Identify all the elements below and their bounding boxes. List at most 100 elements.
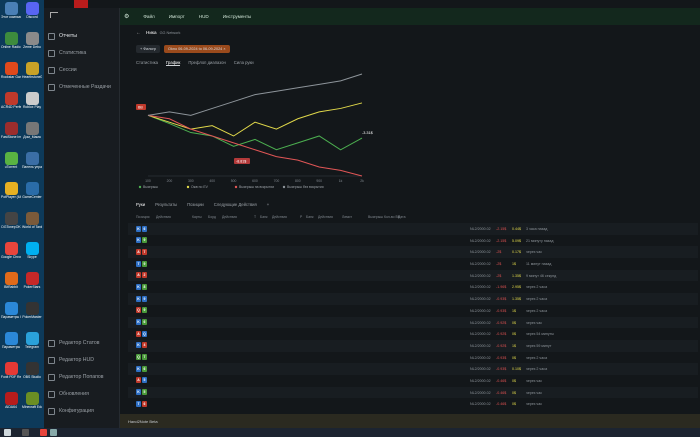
sidebar-item[interactable]: Отмеченные Раздачи (48, 81, 111, 93)
chrome-taskbar-icon[interactable] (40, 429, 47, 436)
column-header[interactable]: Р (300, 215, 302, 219)
desktop-icon[interactable]: Панель управления (22, 152, 42, 169)
column-header[interactable]: Действия (222, 215, 237, 219)
sidebar-item[interactable]: Сессии (48, 64, 77, 76)
desktop-icon[interactable]: AIDA64 (1, 392, 21, 409)
legend-label[interactable]: Выигрыш (143, 185, 158, 189)
column-header[interactable]: Выигрыш (368, 215, 383, 219)
limit-cell: NL2/2000.02 (470, 378, 491, 383)
desktop-icon[interactable]: PokerMaster (22, 302, 42, 319)
table-row[interactable]: T 9 NL2/2000.02 -2$ 1$ 11 минут назад (128, 258, 698, 270)
view-tab[interactable]: Статистика (136, 60, 158, 66)
column-header[interactable]: Лимит (342, 215, 352, 219)
desktop-icon[interactable]: uTorrent (1, 152, 21, 169)
table-row[interactable]: Q 7 NL2/2000.02 -0.93$ 0$ через 2 часа (128, 352, 698, 364)
column-header[interactable]: Банк (306, 215, 313, 219)
desktop-icon-label: HearthstoneDeck (22, 75, 42, 79)
desktop-icon-label: World of Tanks EU (22, 225, 42, 229)
desktop-icon[interactable]: HearthstoneDeck (22, 62, 42, 79)
legend-label[interactable]: Выигрыш на вскрытии (239, 185, 274, 189)
hands-tab[interactable]: Результаты (155, 202, 177, 207)
desktop-icon[interactable]: Параметры Windows (1, 302, 21, 319)
table-row[interactable]: K 6 NL2/2000.02 -0.92$ 0$ через час (128, 316, 698, 329)
hole-card: K (136, 237, 141, 244)
column-header[interactable]: Карты (192, 215, 202, 219)
back-arrow-icon[interactable]: ← (136, 30, 141, 36)
date-range-chip[interactable]: Okno 06-09-2024 to 06-09-2024 × (164, 45, 230, 53)
hands-tab[interactable]: Позиции (187, 202, 204, 207)
column-header[interactable]: Т (254, 215, 256, 219)
sidebar-tool-item[interactable]: Обновления (48, 388, 89, 400)
legend-label[interactable]: Ожв по EV (191, 185, 209, 189)
column-header[interactable]: Позиция (136, 215, 149, 219)
desktop-icon[interactable]: BitRabbit (1, 272, 21, 289)
view-tab[interactable]: График (166, 60, 181, 66)
table-row[interactable]: K 6 NL2/2000.02 -2.15$ 0.44$ 3 часа назад (128, 223, 698, 235)
desktop-icon[interactable]: World of Tanks EU (22, 212, 42, 229)
search-icon[interactable] (22, 429, 29, 436)
table-row[interactable]: K 9 NL2/2000.02 -0.93$ 1.35$ через 2 часа (128, 293, 698, 305)
table-row[interactable]: A Q NL2/2000.02 -0.92$ 0$ через 54 минуты (128, 328, 698, 340)
desktop-icon[interactable]: Foxit PDF Reader (1, 362, 21, 379)
desktop-icon[interactable]: Этот компьютер (1, 2, 21, 19)
desktop-icon[interactable]: OBS Studio (22, 362, 42, 379)
hands-tab[interactable]: Следующие Действия (214, 202, 257, 207)
sidebar-tool-item[interactable]: Редактор Статов (48, 337, 100, 349)
hands-tab[interactable]: + (267, 202, 269, 207)
desktop-icon[interactable]: Google Chrome (1, 242, 21, 259)
menu-item[interactable]: HUD (199, 14, 209, 19)
table-row[interactable]: K 4 NL2/2000.02 -0.92$ 1$ через 59 минут (128, 339, 698, 352)
desktop-icon[interactable]: Дом_Мама (22, 122, 42, 139)
menu-item[interactable]: Импорт (169, 14, 185, 19)
desktop-app-icon (25, 302, 39, 315)
desktop-icon-label: Панель управления (22, 165, 42, 169)
desktop-icon[interactable]: PokerStars (22, 272, 42, 289)
filter-button[interactable]: + Фильтр (136, 45, 161, 53)
hands-tab[interactable]: Руки (136, 202, 145, 207)
sidebar-tool-item[interactable]: Редактор Попапов (48, 371, 104, 383)
desktop-icon[interactable]: Zeme Debu (22, 32, 42, 49)
desktop-icon[interactable]: Roblox Play (22, 92, 42, 109)
app-taskbar-icon[interactable] (50, 429, 57, 436)
desktop-icon-label: Telegram (25, 345, 39, 349)
desktop-icon[interactable]: PotPlayer (64-bit) (1, 182, 21, 199)
desktop-icon[interactable]: Rockstar Games Launcher (1, 62, 21, 79)
column-header[interactable]: Банк (260, 215, 267, 219)
hole-card: 8 (142, 283, 147, 290)
desktop-icon[interactable]: GameCenter (22, 182, 42, 199)
legend-label[interactable]: Выигрыш без вскрытия (287, 185, 324, 189)
sidebar-tool-icon (48, 373, 55, 381)
desktop-icon[interactable]: Параметры (1, 332, 21, 349)
desktop-icon[interactable]: Skype (22, 242, 42, 259)
table-row[interactable]: A 2 NL2/2000.02 -2$ 1.35$ 9 минут 46 секунд (128, 269, 698, 282)
column-header[interactable]: Действия (318, 215, 333, 219)
desktop-icon[interactable]: Minecraft Education (22, 392, 42, 409)
sidebar-item[interactable]: Отчеты (48, 30, 77, 42)
column-header[interactable]: Дата (398, 215, 406, 219)
table-row[interactable]: T 6 NL2/2000.02 -0.46$ 0$ через час (128, 398, 698, 410)
column-header[interactable]: Действия (272, 215, 287, 219)
desktop-icon[interactable]: FastStone Image Viewer (1, 122, 21, 139)
view-tab[interactable]: Префлоп диапазон (188, 60, 225, 66)
view-tab[interactable]: Сила руки (234, 60, 254, 66)
table-row[interactable]: K 8 NL2/2000.02 -1.96$ 2.95$ через 2 часа (128, 281, 698, 293)
sidebar-tool-item[interactable]: Редактор HUD (48, 354, 94, 366)
table-row[interactable]: Q 9 NL2/2000.02 -0.93$ 1$ через 2 часа (128, 305, 698, 317)
start-windows-icon[interactable] (4, 429, 11, 436)
desktop-icon[interactable]: Discord (22, 2, 42, 19)
table-row[interactable]: A 5 NL2/2000.02 -0.46$ 0$ через час (128, 375, 698, 387)
table-row[interactable]: A 7 NL2/2000.02 -2$ 0.17$ через час (128, 246, 698, 259)
column-header[interactable]: Действия (156, 215, 171, 219)
column-header[interactable]: Борд (208, 215, 216, 219)
sidebar-item[interactable]: Статистика (48, 47, 86, 59)
desktop-icon[interactable]: ACR4D Perfekt (1, 92, 21, 109)
sidebar-tool-item[interactable]: Конфигурация (48, 405, 94, 417)
desktop-icon[interactable]: Online Radio автор. (1, 32, 21, 49)
table-row[interactable]: K 6 NL2/2000.02 -0.93$ 0.10$ через 2 часа (128, 363, 698, 375)
desktop-icon[interactable]: Telegram (22, 332, 42, 349)
table-row[interactable]: K 5 NL2/2000.02 -0.46$ 0$ через час (128, 386, 698, 399)
desktop-icon[interactable]: DGTonepOK (1, 212, 21, 229)
table-row[interactable]: K 9 NL2/2000.02 -2.15$ 5.09$ 21 минуту назад (128, 235, 698, 247)
menu-item[interactable]: Файл (143, 14, 154, 19)
menu-item[interactable]: Инструменты (223, 14, 252, 19)
